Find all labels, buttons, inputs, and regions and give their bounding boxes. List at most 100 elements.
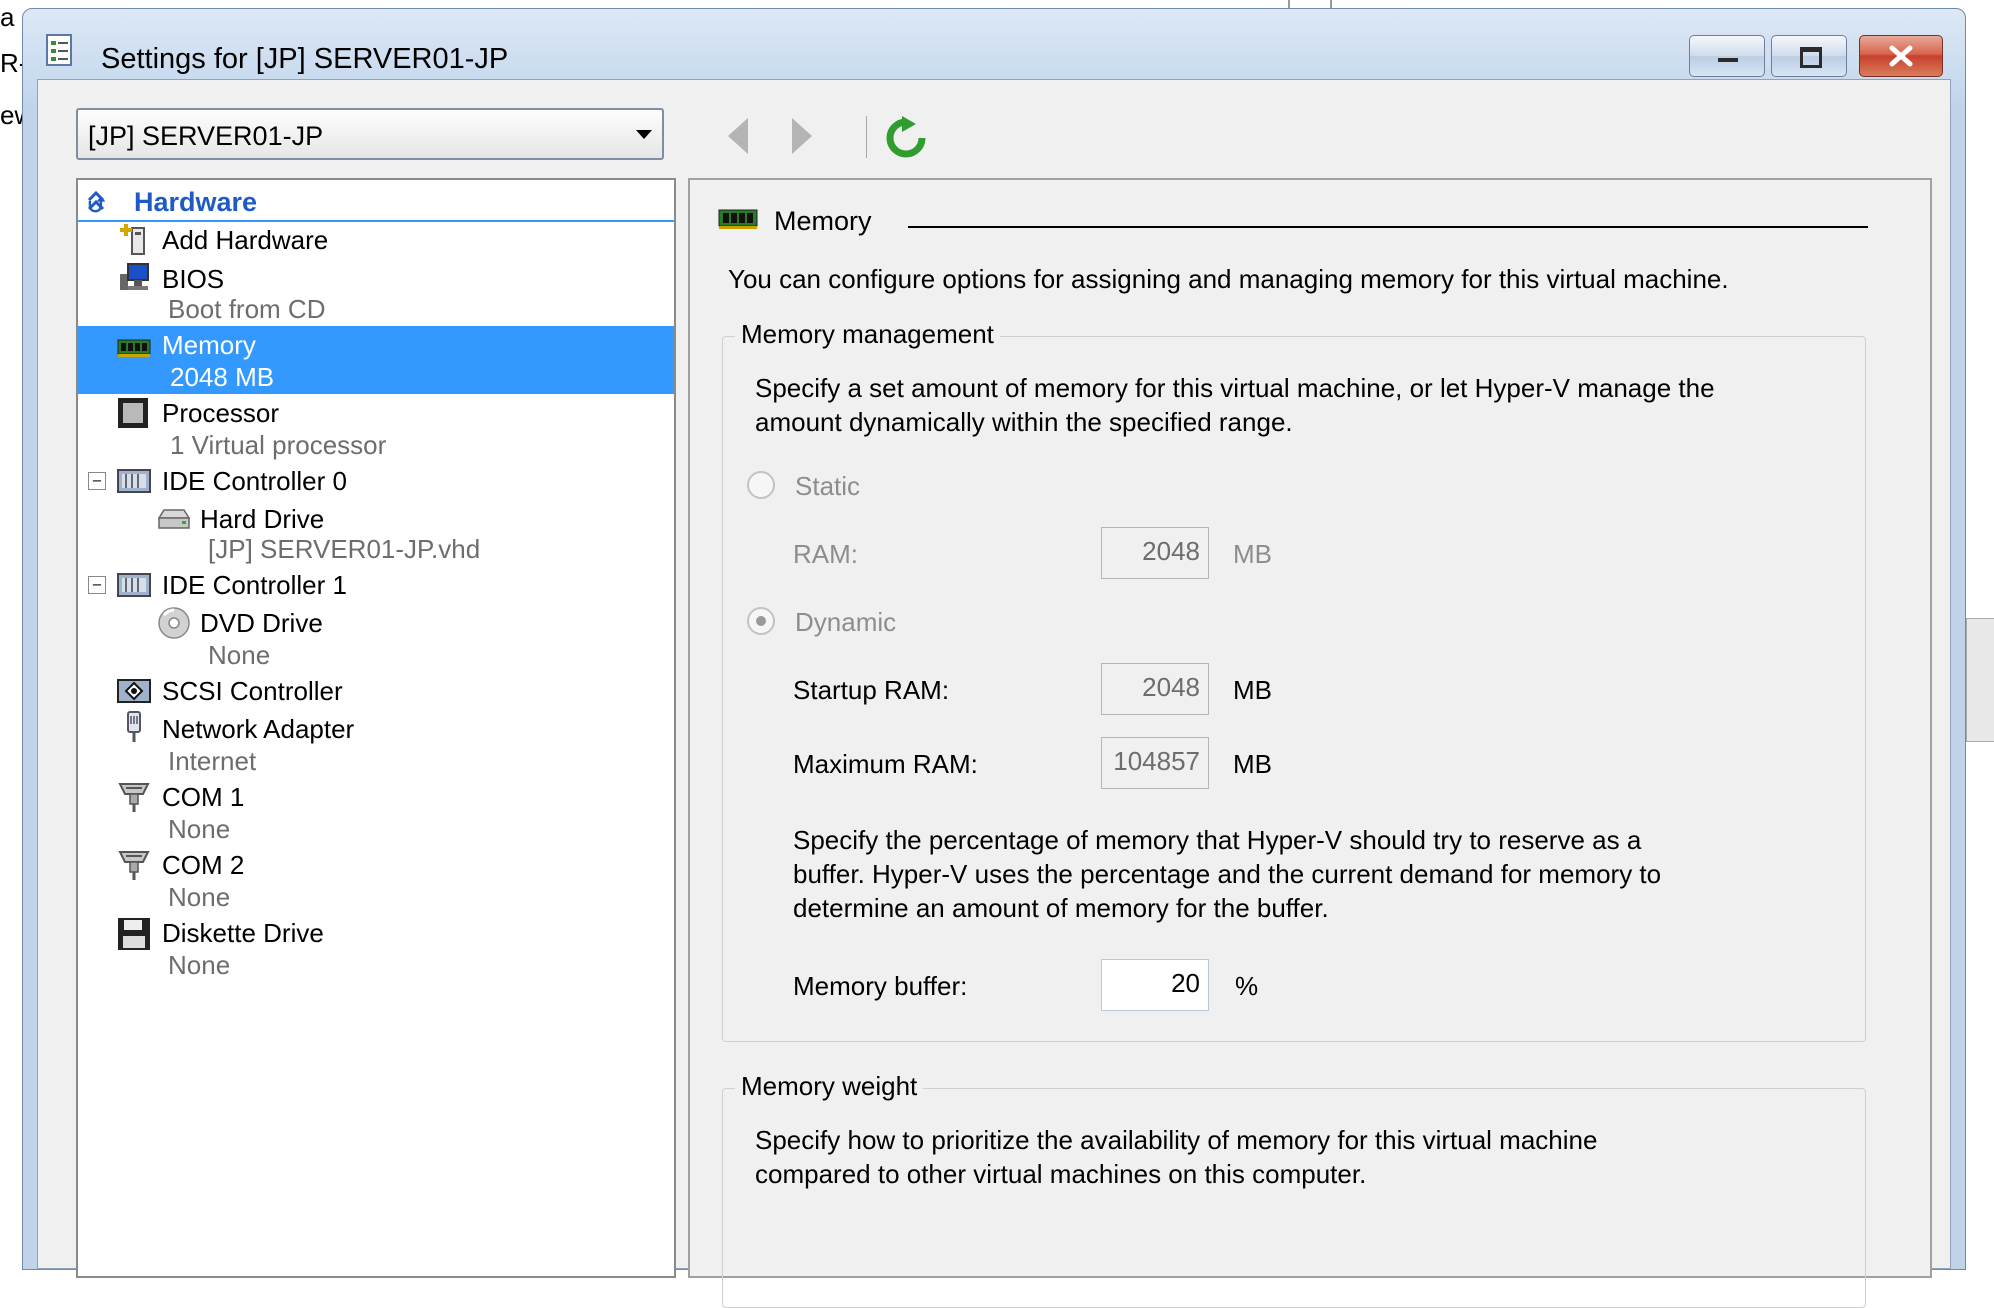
buffer-description: Specify the percentage of memory that Hy…: [793, 825, 1642, 855]
group-label: Memory management: [735, 319, 1000, 350]
hardware-header-label: Hardware: [134, 187, 258, 217]
memory-icon: [718, 209, 758, 229]
tree-item-hard-drive[interactable]: Hard Drive [JP] SERVER01-JP.vhd: [78, 500, 674, 566]
title-bar[interactable]: Settings for [JP] SERVER01-JP: [23, 9, 1965, 79]
tree-item-network-adapter[interactable]: Network Adapter Internet: [78, 710, 674, 778]
restore-button[interactable]: [1771, 35, 1847, 77]
collapse-toggle-icon[interactable]: −: [88, 576, 106, 594]
window-client-area: [JP] SERVER01-JP ⮍ Hardware Add Hardware…: [37, 79, 1951, 1308]
tree-item-com-1[interactable]: COM 1 None: [78, 778, 674, 846]
tree-item-bios[interactable]: BIOS Boot from CD: [78, 260, 674, 326]
memory-intro-text: You can configure options for assigning …: [728, 264, 1729, 294]
tree-item-detail: 2048 MB: [170, 362, 275, 392]
tree-item-label: Diskette Drive: [162, 918, 324, 948]
tree-item-label: SCSI Controller: [162, 676, 343, 706]
tree-item-detail: None: [168, 950, 231, 980]
ram-unit: MB: [1233, 539, 1272, 569]
back-button[interactable]: [728, 118, 748, 154]
tree-item-label: COM 2: [162, 850, 245, 880]
settings-window: Settings for [JP] SERVER01-JP [JP] SERVE…: [22, 8, 1966, 1308]
weight-description: Specify how to prioritize the availabili…: [755, 1125, 1598, 1155]
memory-weight-group: Memory weight Specify how to prioritize …: [722, 1071, 1866, 1308]
radio-selected-dot: [756, 616, 766, 626]
tree-item-com-2[interactable]: COM 2 None: [78, 846, 674, 914]
vm-selector-value: [JP] SERVER01-JP: [88, 121, 324, 151]
tree-item-ide-controller-0[interactable]: − IDE Controller 0: [78, 462, 674, 500]
tree-item-label: Hard Drive: [200, 504, 325, 534]
tree-item-label: Add Hardware: [162, 225, 329, 255]
ram-input[interactable]: 2048: [1101, 527, 1209, 579]
tree-item-detail: Internet: [168, 746, 257, 776]
tree-item-detail: None: [208, 640, 271, 670]
maximum-ram-input[interactable]: 104857: [1101, 737, 1209, 789]
close-icon: [1889, 45, 1913, 67]
close-button[interactable]: [1859, 35, 1943, 77]
hard-drive-icon: [157, 509, 191, 529]
tree-item-label: IDE Controller 0: [162, 466, 347, 496]
tree-item-ide-controller-1[interactable]: − IDE Controller 1: [78, 566, 674, 604]
collapse-toggle-icon[interactable]: −: [88, 472, 106, 490]
minimize-icon: [1718, 58, 1738, 62]
background-scrollbar: [1966, 618, 1994, 742]
tree-item-detail: 1 Virtual processor: [170, 430, 387, 460]
memory-buffer-unit: %: [1235, 971, 1259, 1001]
network-adapter-icon: [127, 711, 141, 742]
tree-item-detail: Boot from CD: [168, 294, 326, 324]
hardware-category-header[interactable]: ⮍ Hardware: [78, 180, 674, 222]
tree-item-label: COM 1: [162, 782, 245, 812]
memory-buffer-label: Memory buffer:: [793, 971, 968, 1001]
weight-description: compared to other virtual machines on th…: [755, 1159, 1367, 1189]
memory-buffer-input[interactable]: 20: [1101, 959, 1209, 1011]
static-radio[interactable]: [747, 471, 775, 499]
tree-item-add-hardware[interactable]: Add Hardware: [78, 220, 674, 260]
chevron-down-icon: [636, 130, 652, 139]
tree-item-memory[interactable]: Memory 2048 MB: [78, 326, 674, 394]
tree-item-label: Memory: [162, 330, 256, 360]
dynamic-radio[interactable]: [747, 607, 775, 635]
tree-item-detail: None: [168, 882, 231, 912]
startup-ram-unit: MB: [1233, 675, 1272, 705]
ide-controller-icon: [117, 469, 151, 493]
ide-controller-icon: [117, 573, 151, 597]
add-hardware-icon: [120, 224, 145, 255]
static-radio-label: Static: [795, 471, 861, 501]
group-label: Memory weight: [735, 1071, 924, 1102]
tree-item-label: BIOS: [162, 264, 225, 294]
back-arrow-icon: [728, 118, 748, 154]
maximum-ram-unit: MB: [1233, 749, 1272, 779]
double-chevron-up-icon: [87, 190, 105, 211]
startup-ram-input[interactable]: 2048: [1101, 663, 1209, 715]
floppy-disk-icon: [118, 918, 150, 950]
bios-icon: [120, 263, 149, 290]
scsi-controller-icon: [117, 679, 151, 703]
tree-item-label: Processor: [162, 398, 280, 428]
refresh-icon[interactable]: [884, 116, 928, 160]
buffer-description: buffer. Hyper-V uses the percentage and …: [793, 859, 1662, 889]
tree-item-diskette-drive[interactable]: Diskette Drive None: [78, 914, 674, 982]
memory-management-group: Memory management Specify a set amount o…: [722, 319, 1866, 1042]
dvd-disc-icon: [158, 607, 190, 639]
forward-arrow-icon: [792, 118, 812, 154]
forward-button[interactable]: [792, 118, 812, 154]
memory-settings-panel: Memory You can configure options for ass…: [688, 178, 1932, 1308]
serial-port-icon: [118, 783, 150, 812]
settings-icon: [46, 34, 72, 66]
hardware-tree: ⮍ Hardware Add Hardware BIOS Boot from C…: [76, 178, 676, 1278]
tree-item-scsi-controller[interactable]: SCSI Controller: [78, 672, 674, 710]
dynamic-radio-label: Dynamic: [795, 607, 897, 637]
section-divider: [908, 226, 1868, 228]
tree-item-detail: [JP] SERVER01-JP.vhd: [208, 534, 481, 564]
minimize-button[interactable]: [1689, 35, 1765, 77]
tree-item-label: DVD Drive: [200, 608, 323, 638]
buffer-description: determine an amount of memory for the bu…: [793, 893, 1329, 923]
tree-item-label: Network Adapter: [162, 714, 355, 744]
toolbar-separator: [866, 116, 867, 158]
vm-selector-dropdown[interactable]: [JP] SERVER01-JP: [76, 108, 664, 160]
management-description: Specify a set amount of memory for this …: [755, 373, 1715, 403]
maximum-ram-label: Maximum RAM:: [793, 749, 978, 779]
tree-item-dvd-drive[interactable]: DVD Drive None: [78, 604, 674, 672]
serial-port-icon: [118, 851, 150, 880]
memory-icon: [117, 339, 151, 357]
section-title: Memory: [774, 206, 872, 236]
tree-item-processor[interactable]: Processor 1 Virtual processor: [78, 394, 674, 462]
